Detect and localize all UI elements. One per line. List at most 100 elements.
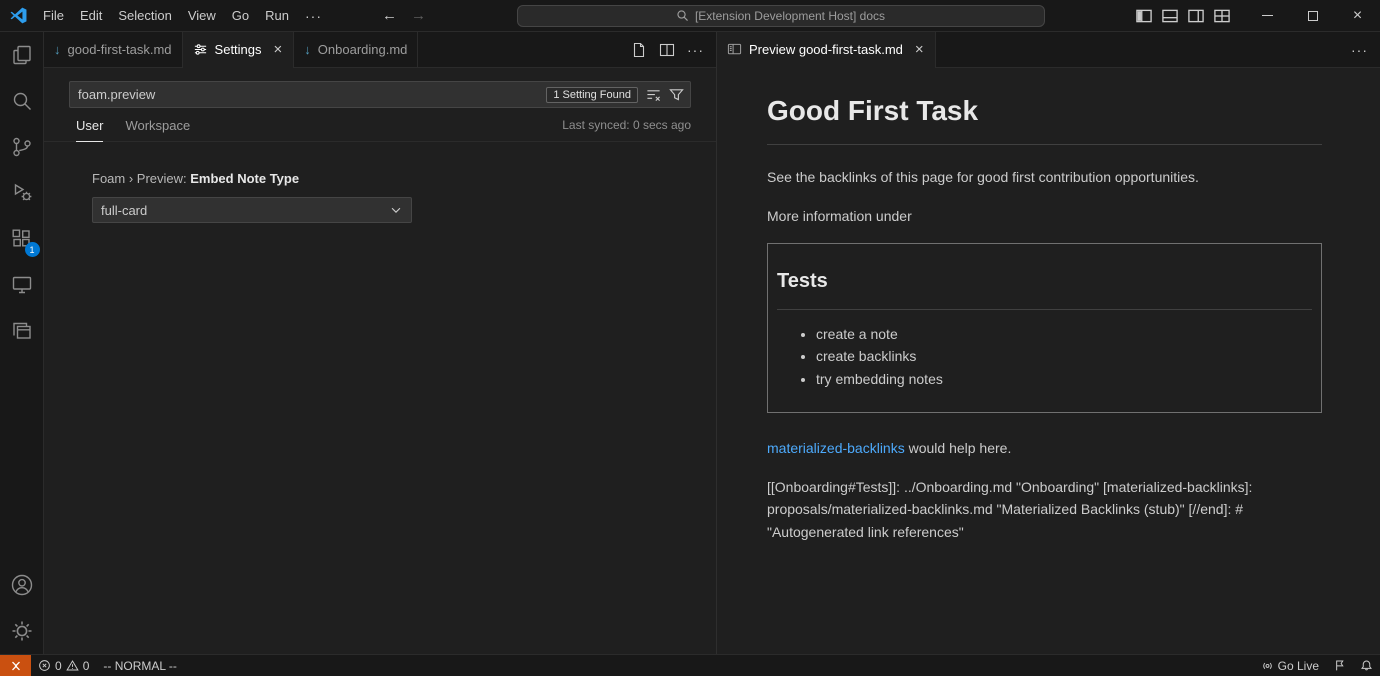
tab-preview-good-first-task[interactable]: Preview good-first-task.md × bbox=[717, 32, 936, 67]
maximize-button[interactable] bbox=[1290, 0, 1335, 32]
workbench: 1 ↓ good-first-task bbox=[0, 32, 1380, 654]
link-tail-text: would help here. bbox=[905, 440, 1012, 456]
command-center-label: [Extension Development Host] docs bbox=[695, 9, 885, 23]
toggle-secondary-sidebar-icon[interactable] bbox=[1187, 7, 1205, 25]
menu-go[interactable]: Go bbox=[224, 0, 257, 31]
link-references-text: [[Onboarding#Tests]]: ../Onboarding.md "… bbox=[767, 476, 1322, 544]
history-navigation: ← → bbox=[382, 7, 426, 24]
split-editor-icon[interactable] bbox=[659, 42, 675, 58]
filter-icon[interactable] bbox=[669, 87, 684, 102]
scope-tab-workspace[interactable]: Workspace bbox=[125, 118, 190, 142]
last-synced-label: Last synced: 0 secs ago bbox=[562, 118, 691, 141]
clear-filters-icon[interactable] bbox=[646, 87, 661, 102]
maximize-icon bbox=[1308, 11, 1318, 21]
go-live-button[interactable]: Go Live bbox=[1254, 655, 1326, 676]
menu-selection[interactable]: Selection bbox=[110, 0, 179, 31]
minimize-button[interactable] bbox=[1245, 0, 1290, 32]
run-debug-icon[interactable] bbox=[0, 170, 44, 216]
status-bar: 0 0 -- NORMAL -- Go Live bbox=[0, 654, 1380, 676]
markdown-icon: ↓ bbox=[54, 42, 61, 57]
more-actions-icon[interactable]: ··· bbox=[687, 42, 704, 58]
forward-arrow-icon[interactable]: → bbox=[411, 7, 426, 24]
feedback-button[interactable] bbox=[1326, 655, 1353, 676]
layout-controls bbox=[1135, 7, 1231, 25]
settings-editor: 1 Setting Found User Workspace Last sync… bbox=[44, 68, 716, 654]
settings-search-box: 1 Setting Found bbox=[69, 81, 691, 108]
command-center-wrap: [Extension Development Host] docs bbox=[426, 5, 1135, 27]
command-center[interactable]: [Extension Development Host] docs bbox=[517, 5, 1045, 27]
menu-view[interactable]: View bbox=[180, 0, 224, 31]
embed-note-type-select[interactable]: full-card bbox=[92, 197, 412, 223]
settings-scope-tabs: User Workspace Last synced: 0 secs ago bbox=[44, 108, 716, 142]
explorer-icon[interactable] bbox=[0, 32, 44, 78]
scope-tab-user[interactable]: User bbox=[76, 118, 103, 142]
error-count: 0 bbox=[55, 659, 62, 673]
minimize-icon bbox=[1262, 15, 1273, 16]
list-item: create backlinks bbox=[816, 345, 1312, 368]
titlebar: File Edit Selection View Go Run ··· ← → … bbox=[0, 0, 1380, 32]
embedded-note-title: Tests bbox=[777, 266, 1312, 310]
more-actions-icon[interactable]: ··· bbox=[1351, 42, 1368, 58]
menu-run[interactable]: Run bbox=[257, 0, 297, 31]
menu-edit[interactable]: Edit bbox=[72, 0, 110, 31]
vim-mode-indicator: -- NORMAL -- bbox=[96, 655, 184, 676]
search-activity-icon[interactable] bbox=[0, 78, 44, 124]
settings-sliders-icon bbox=[193, 42, 208, 57]
extensions-badge: 1 bbox=[25, 242, 40, 257]
right-tab-bar: Preview good-first-task.md × ··· bbox=[717, 32, 1380, 68]
embedded-note-list: create a note create backlinks try embed… bbox=[777, 323, 1312, 391]
setting-title: Foam › Preview: Embed Note Type bbox=[92, 171, 691, 186]
materialized-backlinks-link[interactable]: materialized-backlinks bbox=[767, 440, 905, 456]
tab-good-first-task[interactable]: ↓ good-first-task.md bbox=[44, 32, 183, 67]
remote-indicator[interactable] bbox=[0, 655, 31, 676]
select-value: full-card bbox=[101, 203, 147, 218]
tab-label: Settings bbox=[215, 42, 262, 57]
list-item: try embedding notes bbox=[816, 368, 1312, 391]
toggle-panel-icon[interactable] bbox=[1161, 7, 1179, 25]
status-bar-right: Go Live bbox=[1254, 655, 1380, 676]
broadcast-icon bbox=[1261, 659, 1274, 672]
remote-explorer-icon[interactable] bbox=[0, 262, 44, 308]
close-icon: × bbox=[1353, 8, 1362, 24]
accounts-icon[interactable] bbox=[0, 562, 44, 608]
titlebar-right: × bbox=[1135, 0, 1380, 31]
tab-settings[interactable]: Settings × bbox=[183, 32, 295, 67]
remote-icon bbox=[9, 659, 23, 673]
tab-label: Onboarding.md bbox=[318, 42, 408, 57]
backlink-paragraph: materialized-backlinks would help here. bbox=[767, 438, 1322, 460]
chevron-down-icon bbox=[389, 203, 403, 217]
left-editor-actions: ··· bbox=[619, 32, 716, 67]
markdown-preview: Good First Task See the backlinks of thi… bbox=[717, 68, 1380, 654]
left-tab-bar: ↓ good-first-task.md Settings × ↓ Onboar… bbox=[44, 32, 716, 68]
markdown-icon: ↓ bbox=[304, 42, 311, 57]
right-editor-actions: ··· bbox=[1339, 32, 1380, 67]
problems-indicator[interactable]: 0 0 bbox=[31, 655, 96, 676]
customize-layout-icon[interactable] bbox=[1213, 7, 1231, 25]
source-control-icon[interactable] bbox=[0, 124, 44, 170]
error-icon bbox=[38, 659, 51, 672]
close-window-button[interactable]: × bbox=[1335, 0, 1380, 32]
notifications-button[interactable] bbox=[1353, 655, 1380, 676]
tab-onboarding[interactable]: ↓ Onboarding.md bbox=[294, 32, 418, 67]
bell-icon bbox=[1360, 659, 1373, 672]
menu-more-icon[interactable]: ··· bbox=[297, 0, 330, 31]
back-arrow-icon[interactable]: ← bbox=[382, 7, 397, 24]
search-action-icons bbox=[646, 87, 684, 102]
toggle-sidebar-icon[interactable] bbox=[1135, 7, 1153, 25]
close-tab-icon[interactable]: × bbox=[273, 42, 284, 57]
list-item: create a note bbox=[816, 323, 1312, 346]
go-live-label: Go Live bbox=[1278, 659, 1319, 673]
editor-group-right: Preview good-first-task.md × ··· Good Fi… bbox=[716, 32, 1380, 654]
close-tab-icon[interactable]: × bbox=[914, 42, 925, 57]
vscode-window: File Edit Selection View Go Run ··· ← → … bbox=[0, 0, 1380, 676]
windows-icon[interactable] bbox=[0, 308, 44, 354]
open-settings-json-icon[interactable] bbox=[631, 42, 647, 58]
warning-count: 0 bbox=[83, 659, 90, 673]
tab-label: Preview good-first-task.md bbox=[749, 42, 903, 57]
settings-gear-icon[interactable] bbox=[0, 608, 44, 654]
preview-title: Good First Task bbox=[767, 89, 1322, 145]
activity-bar: 1 bbox=[0, 32, 44, 654]
menu-file[interactable]: File bbox=[35, 0, 72, 31]
settings-search-input[interactable] bbox=[70, 82, 546, 107]
extensions-icon[interactable]: 1 bbox=[0, 216, 44, 262]
